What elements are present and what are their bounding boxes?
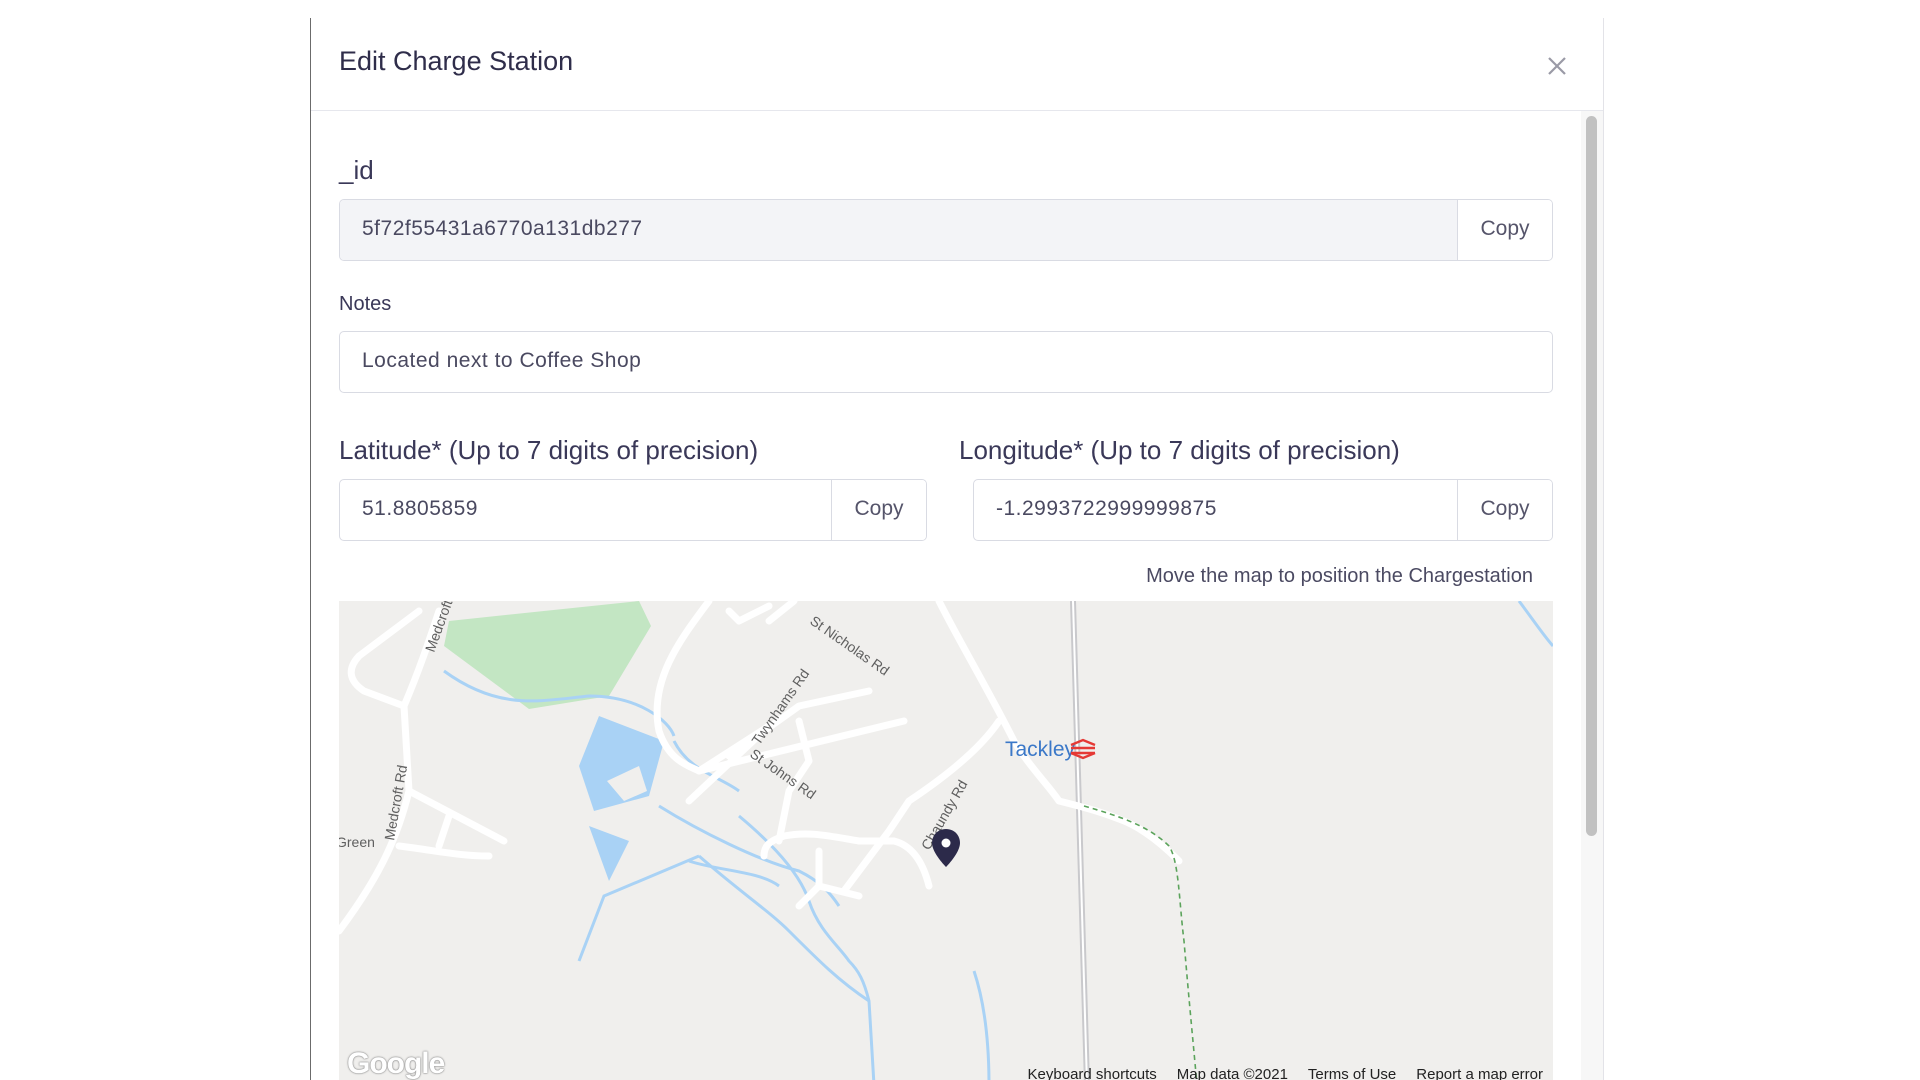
latitude-field[interactable]: 51.8805859 — [340, 480, 831, 540]
copy-longitude-button[interactable]: Copy — [1457, 480, 1552, 540]
map-canvas[interactable]: St Nicholas Rd Twynhams Rd St Johns Rd M… — [339, 601, 1553, 1080]
report-map-error-link[interactable]: Report a map error — [1416, 1066, 1543, 1080]
terms-of-use-link[interactable]: Terms of Use — [1308, 1066, 1396, 1080]
id-field-group: 5f72f55431a6770a131db277 Copy — [339, 199, 1553, 261]
street-label-green: Green — [339, 834, 375, 850]
close-icon — [1548, 57, 1566, 75]
notes-field[interactable]: Located next to Coffee Shop — [340, 332, 1552, 392]
notes-field-group: Located next to Coffee Shop — [339, 331, 1553, 393]
longitude-label: Longitude* (Up to 7 digits of precision) — [959, 435, 1400, 465]
location-map[interactable]: St Nicholas Rd Twynhams Rd St Johns Rd M… — [339, 601, 1553, 1080]
copy-latitude-button[interactable]: Copy — [831, 480, 926, 540]
edit-charge-station-modal: Edit Charge Station _id 5f72f55431a6770a… — [310, 18, 1604, 1080]
keyboard-shortcuts-link[interactable]: Keyboard shortcuts — [1028, 1066, 1157, 1080]
modal-title: Edit Charge Station — [339, 46, 574, 76]
scrollbar-thumb[interactable] — [1586, 116, 1597, 836]
id-field[interactable]: 5f72f55431a6770a131db277 — [340, 200, 1457, 260]
map-footer: Keyboard shortcuts Map data ©2021 Terms … — [1028, 1066, 1543, 1080]
modal-body: _id 5f72f55431a6770a131db277 Copy Notes … — [311, 111, 1583, 1080]
close-button[interactable] — [1537, 46, 1577, 86]
longitude-field[interactable]: -1.2993722999999875 — [974, 480, 1457, 540]
google-logo: Google — [347, 1047, 445, 1080]
latitude-field-group: 51.8805859 Copy — [339, 479, 927, 541]
notes-label: Notes — [339, 293, 392, 315]
station-label: Tackley — [1005, 738, 1076, 761]
modal-scrollbar[interactable] — [1581, 111, 1603, 1080]
map-data-text: Map data ©2021 — [1176, 1066, 1288, 1080]
map-hint: Move the map to position the Chargestati… — [1146, 565, 1533, 587]
copy-id-button[interactable]: Copy — [1457, 200, 1552, 260]
longitude-field-group: -1.2993722999999875 Copy — [973, 479, 1553, 541]
id-label: _id — [339, 155, 374, 185]
latitude-label: Latitude* (Up to 7 digits of precision) — [339, 435, 759, 465]
modal-header: Edit Charge Station — [311, 18, 1603, 111]
